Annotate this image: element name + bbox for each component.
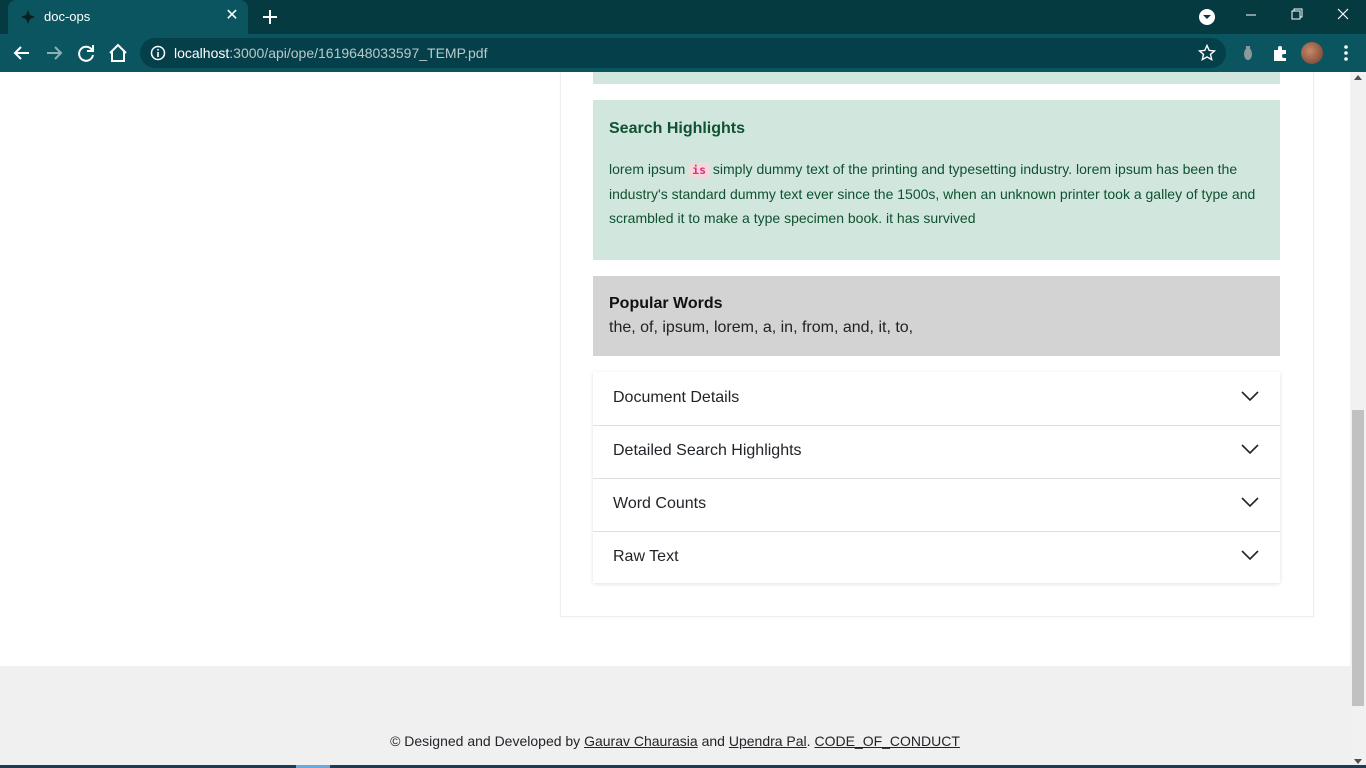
- highlighted-term: is: [689, 163, 709, 177]
- browser-tab[interactable]: doc-ops ✕: [8, 0, 248, 34]
- bookmark-star-icon[interactable]: [1198, 44, 1216, 62]
- footer-prefix: © Designed and Developed by: [390, 733, 585, 749]
- minimize-icon[interactable]: [1228, 0, 1274, 30]
- popular-words-list: the, of, ipsum, lorem, a, in, from, and,…: [609, 319, 914, 336]
- url-text: localhost:3000/api/ope/1619648033597_TEM…: [174, 45, 487, 61]
- scroll-down-arrow-icon[interactable]: [1354, 759, 1362, 764]
- site-info-icon[interactable]: [150, 45, 166, 61]
- accordion-label: Document Details: [613, 389, 740, 406]
- popular-words-panel: Popular Words the, of, ipsum, lorem, a, …: [593, 276, 1280, 356]
- code-of-conduct-link[interactable]: CODE_OF_CONDUCT: [814, 733, 959, 749]
- accordion-word-counts[interactable]: Word Counts: [593, 478, 1280, 532]
- scroll-up-arrow-icon[interactable]: [1354, 75, 1362, 80]
- browser-tab-bar: doc-ops ✕: [0, 0, 1366, 34]
- page-footer: © Designed and Developed by Gaurav Chaur…: [0, 666, 1350, 768]
- url-host: localhost: [174, 45, 230, 61]
- footer-and: and: [697, 733, 729, 749]
- accordion-label: Word Counts: [613, 495, 707, 512]
- extensions-puzzle-icon[interactable]: [1270, 43, 1290, 63]
- restore-icon[interactable]: [1274, 0, 1320, 30]
- accordion-raw-text[interactable]: Raw Text: [593, 531, 1280, 584]
- page-viewport: Search Highlights lorem ipsum is simply …: [0, 72, 1350, 768]
- accordion-label: Raw Text: [613, 548, 679, 565]
- reload-icon[interactable]: [74, 41, 98, 65]
- extension-icon[interactable]: [1238, 43, 1258, 63]
- app-favicon-icon: [21, 10, 35, 24]
- accordion-document-details[interactable]: Document Details: [593, 372, 1280, 426]
- footer-credits: © Designed and Developed by Gaurav Chaur…: [0, 733, 1350, 749]
- popular-words-title: Popular Words: [609, 295, 723, 312]
- author-link-upendra[interactable]: Upendra Pal: [729, 733, 807, 749]
- author-link-gaurav[interactable]: Gaurav Chaurasia: [584, 733, 698, 749]
- chevron-down-icon: [1241, 497, 1259, 508]
- tab-close-icon[interactable]: ✕: [222, 6, 242, 26]
- accordion-label: Detailed Search Highlights: [613, 442, 802, 459]
- search-highlights-panel: Search Highlights lorem ipsum is simply …: [593, 100, 1280, 260]
- browser-menu-icon[interactable]: [1336, 43, 1356, 63]
- scrollbar-thumb[interactable]: [1352, 410, 1364, 706]
- back-icon[interactable]: [10, 41, 34, 65]
- highlight-text-before: lorem ipsum: [609, 161, 690, 177]
- close-window-icon[interactable]: [1320, 0, 1366, 30]
- accordion-detailed-search-highlights[interactable]: Detailed Search Highlights: [593, 425, 1280, 479]
- chevron-down-icon: [1241, 391, 1259, 402]
- chevron-down-icon: [1241, 444, 1259, 455]
- chevron-down-icon: [1241, 550, 1259, 561]
- url-bar[interactable]: localhost:3000/api/ope/1619648033597_TEM…: [140, 38, 1226, 68]
- forward-icon[interactable]: [42, 41, 66, 65]
- search-highlights-text: lorem ipsum is simply dummy text of the …: [609, 157, 1269, 230]
- home-icon[interactable]: [106, 41, 130, 65]
- profile-avatar[interactable]: [1301, 42, 1323, 64]
- tab-title: doc-ops: [44, 9, 91, 24]
- search-highlights-title: Search Highlights: [609, 120, 746, 137]
- url-path: :3000/api/ope/1619648033597_TEMP.pdf: [229, 45, 488, 61]
- previous-alert-bottom: [593, 72, 1280, 84]
- address-bar-row: localhost:3000/api/ope/1619648033597_TEM…: [0, 34, 1366, 72]
- page-scrollbar[interactable]: [1350, 72, 1366, 768]
- new-tab-icon[interactable]: [258, 6, 282, 28]
- tab-search-icon[interactable]: [1197, 7, 1217, 27]
- details-accordion: Document Details Detailed Search Highlig…: [593, 372, 1280, 583]
